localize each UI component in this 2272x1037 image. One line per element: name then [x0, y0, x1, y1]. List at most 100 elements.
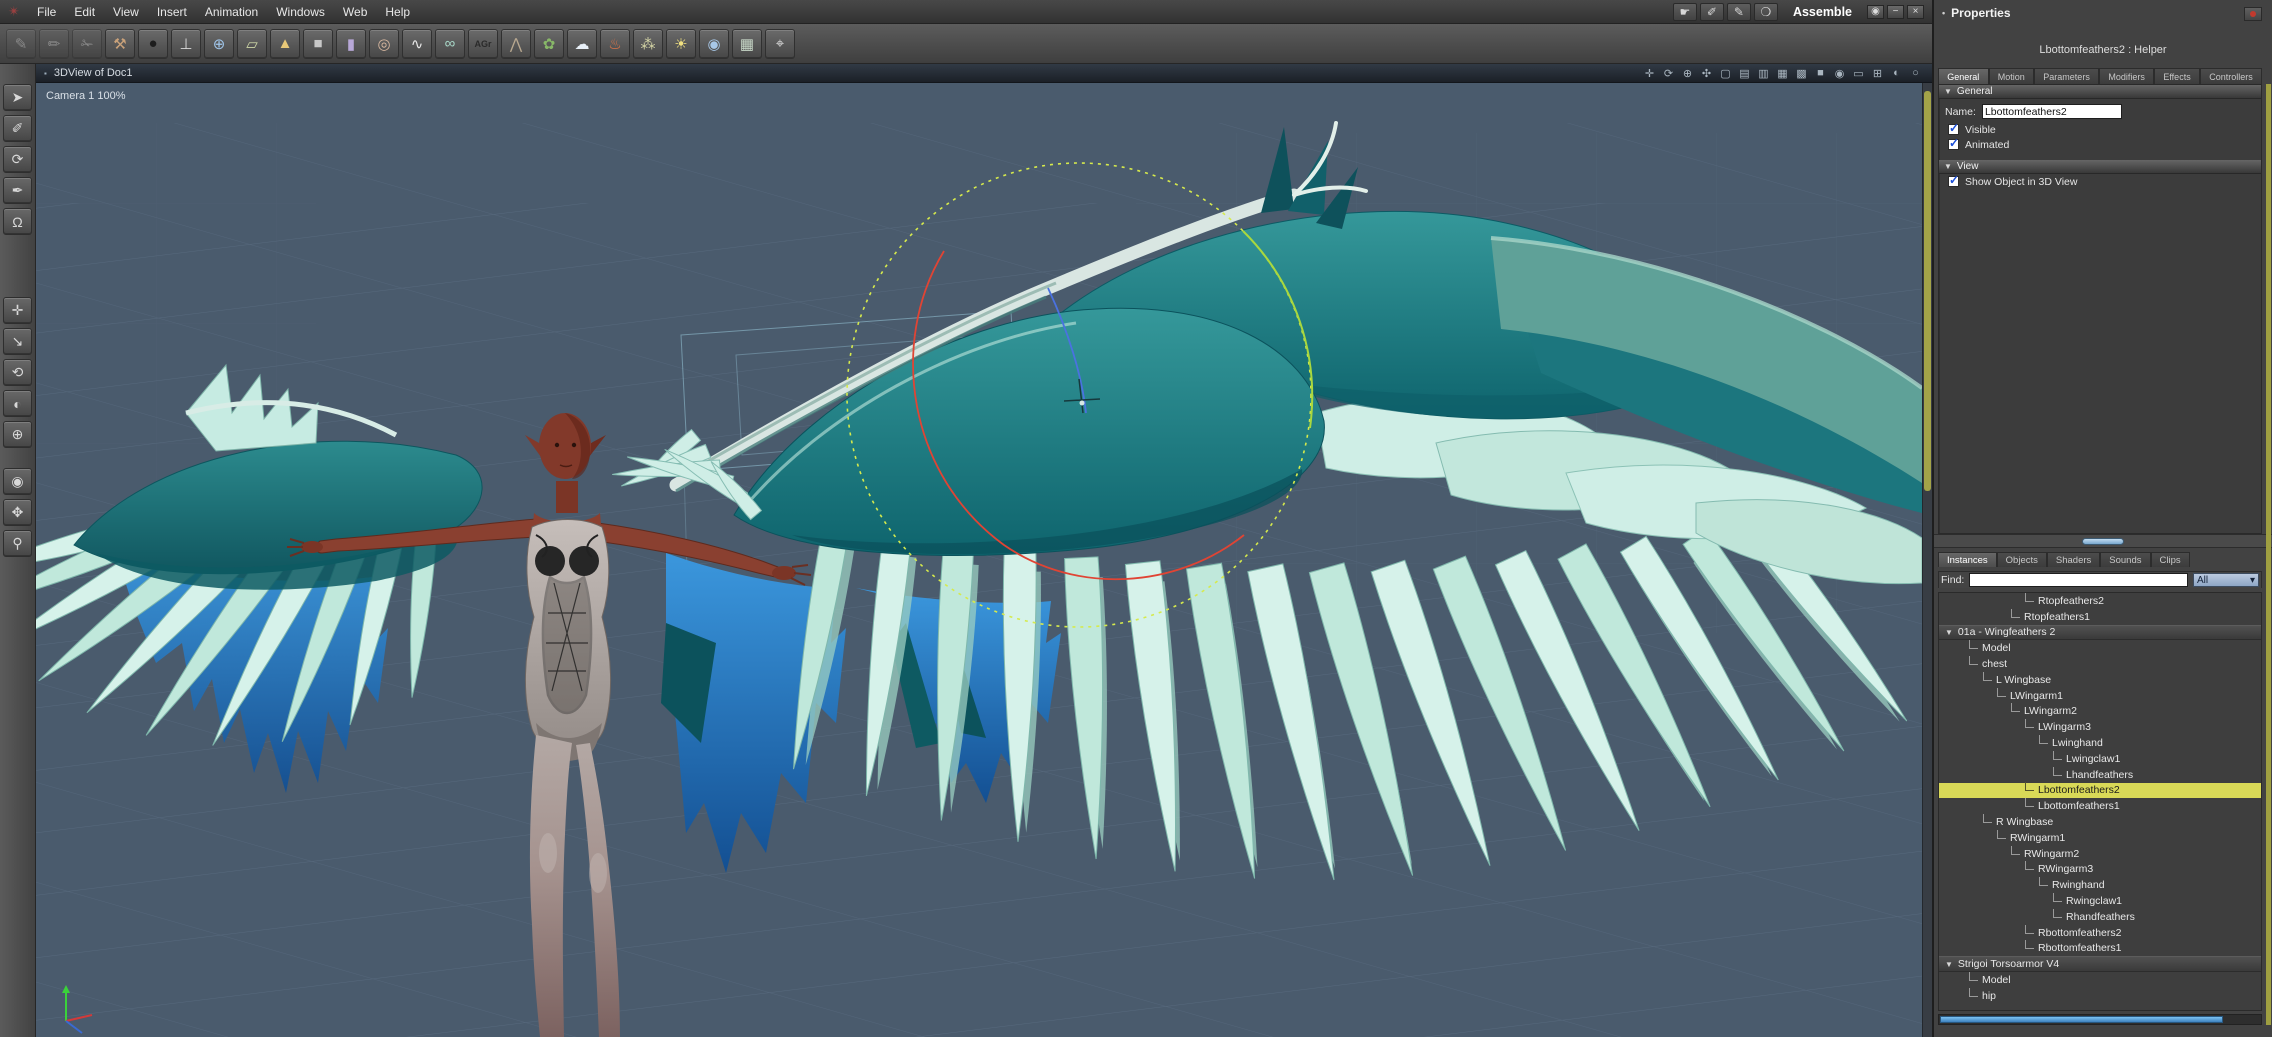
insert-group-icon[interactable]: ▦ [732, 28, 762, 59]
properties-tab[interactable]: Parameters [2034, 68, 2100, 84]
bank-icon[interactable]: ⟳ [1660, 66, 1677, 81]
grid-options-icon[interactable]: ⊞ [1869, 66, 1886, 81]
wireframe-modeler-icon[interactable]: ✎ [6, 28, 36, 59]
menu-item[interactable]: Edit [65, 0, 104, 23]
insert-sphere-icon[interactable]: ● [138, 28, 168, 59]
tree-row[interactable]: ▼ Strigoi Torsoarmor V4 [1939, 956, 2261, 973]
antialias-icon[interactable]: ○ [1907, 66, 1924, 81]
select-tool-icon[interactable]: ➤ [3, 84, 32, 111]
insert-terrain-icon[interactable]: ⋀ [501, 28, 531, 59]
display-bbox-icon[interactable]: ▢ [1717, 66, 1734, 81]
insert-camera-icon[interactable]: ◉ [699, 28, 729, 59]
insert-globe-icon[interactable]: ⊕ [204, 28, 234, 59]
move-vertex-tool-icon[interactable]: ✐ [3, 115, 32, 142]
checkbox-row[interactable]: ✓ Visible [1939, 121, 2261, 137]
axe-tool-icon[interactable]: ⚒ [105, 28, 135, 59]
menu-item[interactable]: Windows [267, 0, 334, 23]
insert-metaball-icon[interactable]: ∞ [435, 28, 465, 59]
view-section-bar[interactable]: ▼ View [1939, 160, 2261, 174]
name-input[interactable] [1981, 104, 2122, 119]
instances-tab[interactable]: Shaders [2046, 552, 2101, 567]
checkbox[interactable]: ✓ [1948, 121, 1959, 135]
magnet-tool-icon[interactable]: Ω [3, 208, 32, 235]
production-frame-icon[interactable]: ▭ [1850, 66, 1867, 81]
properties-tab[interactable]: General [1938, 68, 1989, 84]
tree-row[interactable]: ▼ chest [1939, 656, 2261, 672]
insert-plant-icon[interactable]: ✿ [534, 28, 564, 59]
checkbox-row[interactable]: ✓ Animated [1939, 136, 2261, 152]
tree-row[interactable]: ▼ RWingarm3 [1939, 861, 2261, 878]
model-room-icon[interactable]: ✐ [1699, 2, 1724, 21]
hot-point-tool-icon[interactable]: ⊕ [3, 421, 32, 448]
checkbox[interactable]: ✓ [1948, 136, 1959, 150]
insert-cylinder-icon[interactable]: ▮ [336, 28, 366, 59]
3d-scene[interactable] [36, 83, 1922, 1037]
tree-row[interactable]: ▼ hip [1939, 987, 2261, 1004]
filter-dropdown[interactable]: All ▾ [2193, 573, 2259, 587]
instances-tab[interactable]: Objects [1996, 552, 2047, 567]
tree-scroll-thumb[interactable] [1940, 1016, 2224, 1023]
viewport-scroll-thumb[interactable] [1924, 91, 1931, 491]
rotate-tool-icon[interactable]: ⟲ [3, 359, 32, 386]
close-icon[interactable]: × [1907, 4, 1924, 19]
tree-row[interactable]: ▼ RWingarm2 [1939, 845, 2261, 862]
tree-row[interactable]: ▼ Lbottomfeathers2 [1939, 782, 2261, 799]
move-tool-icon[interactable]: ✛ [3, 297, 32, 324]
tree-row[interactable]: ▼ Rtopfeathers1 [1939, 608, 2261, 625]
insert-text-icon[interactable]: AGr [468, 28, 498, 59]
checkbox-row[interactable]: ✓ Show Object in 3D View [1939, 173, 2261, 189]
render-preview-icon[interactable]: ◐ [1888, 66, 1905, 81]
tree-row[interactable]: ▼ Rhandfeathers [1939, 908, 2261, 925]
panel-splitter[interactable] [1934, 534, 2272, 548]
properties-tab[interactable]: Modifiers [2099, 68, 2155, 84]
tree-row[interactable]: ▼ LWingarm2 [1939, 703, 2261, 720]
tree-row[interactable]: ▼ Lbottomfeathers1 [1939, 798, 2261, 814]
tree-row[interactable]: ▼ Model [1939, 640, 2261, 656]
insert-cube-icon[interactable]: ■ [303, 28, 333, 59]
panel-menu-button[interactable] [2244, 7, 2262, 21]
camera-select-icon[interactable]: ◉ [1831, 66, 1848, 81]
insert-infinite-plane-icon[interactable]: ▱ [237, 28, 267, 59]
display-hiddenline-icon[interactable]: ▥ [1755, 66, 1772, 81]
menu-item[interactable]: Animation [196, 0, 267, 23]
camera-tool-icon[interactable]: ◉ [3, 468, 32, 495]
properties-tab[interactable]: Controllers [2199, 68, 2262, 84]
panel-vertical-scrollbar[interactable] [2266, 84, 2271, 1025]
insert-torus-icon[interactable]: ◎ [369, 28, 399, 59]
eye-icon[interactable]: ◉ [1867, 4, 1884, 19]
insert-cloud-icon[interactable]: ☁ [567, 28, 597, 59]
instances-tab[interactable]: Clips [2150, 552, 2190, 567]
insert-particles-icon[interactable]: ⁂ [633, 28, 663, 59]
tree-row[interactable]: ▼ Lhandfeathers [1939, 766, 2261, 783]
display-gouraud-icon[interactable]: ▩ [1793, 66, 1810, 81]
tree-row[interactable]: ▼ R Wingbase [1939, 814, 2261, 830]
expand-triangle-icon[interactable]: ▼ [1945, 960, 1953, 969]
metaball-modeler-icon[interactable]: ✁ [72, 28, 102, 59]
eyedropper-icon[interactable]: ✒ [3, 177, 32, 204]
tree-row[interactable]: ▼ Rbottomfeathers1 [1939, 940, 2261, 957]
tree-row[interactable]: ▼ RWingarm1 [1939, 829, 2261, 846]
insert-fire-icon[interactable]: ♨ [600, 28, 630, 59]
rotate-view-ball-icon[interactable]: ⟳ [3, 146, 32, 173]
dolly-icon[interactable]: ⊕ [1679, 66, 1696, 81]
display-wireframe-icon[interactable]: ▤ [1736, 66, 1753, 81]
display-textured-icon[interactable]: ■ [1812, 66, 1829, 81]
scale-tool-icon[interactable]: ↘ [3, 328, 32, 355]
menu-item[interactable]: Web [334, 0, 376, 23]
expand-triangle-icon[interactable]: ▼ [1945, 628, 1953, 637]
tree-row[interactable]: ▼ 01a - Wingfeathers 2 [1939, 624, 2261, 641]
menu-item[interactable]: Insert [148, 0, 196, 23]
track-xy-icon[interactable]: ✛ [1641, 66, 1658, 81]
properties-tab[interactable]: Motion [1988, 68, 2035, 84]
instances-tab[interactable]: Sounds [2100, 552, 2151, 567]
minimize-icon[interactable]: − [1887, 4, 1904, 19]
tree-row[interactable]: ▼ LWingarm1 [1939, 687, 2261, 704]
menu-item[interactable]: File [28, 0, 65, 23]
insert-spline-icon[interactable]: ∿ [402, 28, 432, 59]
splitter-handle[interactable] [2082, 537, 2124, 545]
viewport[interactable]: Camera 1 100% [36, 83, 1922, 1037]
insert-vertex-object-icon[interactable]: ⊥ [171, 28, 201, 59]
shader-ball-icon[interactable]: ◐ [3, 390, 32, 417]
tree-row[interactable]: ▼ LWingarm3 [1939, 719, 2261, 735]
menu-item[interactable]: View [104, 0, 148, 23]
